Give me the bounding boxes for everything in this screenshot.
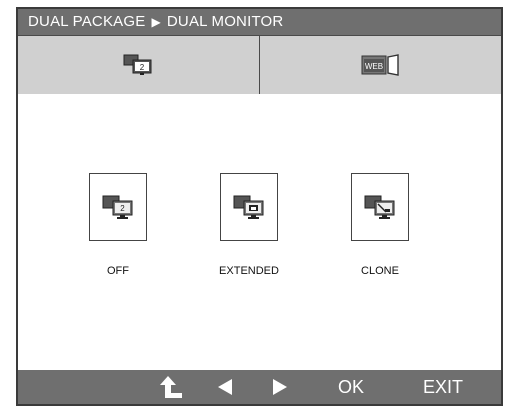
option-off-label: OFF bbox=[107, 265, 129, 277]
tab-dual-web[interactable]: WEB bbox=[259, 36, 501, 94]
option-clone-button[interactable] bbox=[351, 173, 409, 241]
tab-dual-web-badge: WEB bbox=[364, 62, 382, 71]
dual-web-icon: WEB bbox=[361, 54, 399, 76]
breadcrumb: DUAL PACKAGE ▶ DUAL MONITOR bbox=[18, 9, 501, 35]
up-button[interactable] bbox=[148, 370, 194, 404]
option-off-button[interactable]: 2 bbox=[89, 173, 147, 241]
breadcrumb-parent: DUAL PACKAGE bbox=[28, 13, 146, 30]
bottom-nav-bar: OK EXIT bbox=[18, 370, 501, 404]
option-extended-label: EXTENDED bbox=[219, 265, 279, 277]
exit-button[interactable]: EXIT bbox=[411, 370, 475, 404]
right-button[interactable] bbox=[261, 370, 299, 404]
up-arrow-icon bbox=[160, 376, 182, 398]
option-clone: CLONE bbox=[320, 173, 440, 277]
monitor-clone-icon bbox=[364, 195, 395, 219]
monitor-extended-icon bbox=[233, 195, 264, 219]
dual-monitor-panel: 2 OFF EXTENDED CLONE bbox=[18, 94, 501, 372]
monitor-2-icon: 2 bbox=[102, 195, 133, 219]
option-extended-button[interactable] bbox=[220, 173, 278, 241]
right-arrow-icon bbox=[273, 379, 287, 395]
option-clone-label: CLONE bbox=[361, 265, 399, 277]
left-button[interactable] bbox=[206, 370, 244, 404]
tab-bar: 2 WEB bbox=[18, 35, 501, 95]
exit-label: EXIT bbox=[422, 376, 463, 397]
tab-dual-monitor-badge: 2 bbox=[139, 63, 144, 72]
breadcrumb-separator-icon: ▶ bbox=[151, 15, 161, 29]
option-off: 2 OFF bbox=[58, 173, 178, 277]
osd-window: DUAL PACKAGE ▶ DUAL MONITOR 2 WEB 2 OFF … bbox=[16, 7, 503, 406]
left-arrow-icon bbox=[218, 379, 232, 395]
option-off-badge: 2 bbox=[120, 204, 125, 213]
ok-label: OK bbox=[337, 376, 364, 397]
ok-button[interactable]: OK bbox=[326, 370, 376, 404]
dual-monitor-icon: 2 bbox=[123, 54, 151, 75]
option-extended: EXTENDED bbox=[189, 173, 309, 277]
tab-dual-monitor[interactable]: 2 bbox=[18, 36, 259, 94]
breadcrumb-current: DUAL MONITOR bbox=[166, 13, 284, 30]
